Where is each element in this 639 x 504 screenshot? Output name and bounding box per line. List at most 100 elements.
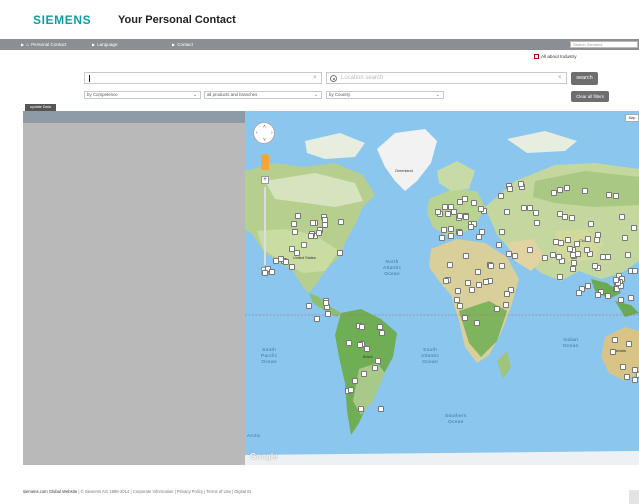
contact-marker-icon[interactable] <box>358 406 364 412</box>
contact-marker-icon[interactable] <box>624 374 630 380</box>
contact-marker-icon[interactable] <box>503 302 509 308</box>
contact-marker-icon[interactable] <box>338 219 344 225</box>
contact-marker-icon[interactable] <box>322 222 328 228</box>
contact-marker-icon[interactable] <box>557 274 563 280</box>
contact-marker-icon[interactable] <box>507 186 513 192</box>
site-search-input[interactable]: Search Siemens <box>570 41 638 48</box>
contact-marker-icon[interactable] <box>498 193 504 199</box>
contact-marker-icon[interactable] <box>325 311 331 317</box>
contact-marker-icon[interactable] <box>476 282 482 288</box>
contact-marker-icon[interactable] <box>534 220 540 226</box>
contact-marker-icon[interactable] <box>575 251 581 257</box>
contact-marker-icon[interactable] <box>445 211 451 217</box>
contact-marker-icon[interactable] <box>435 209 441 215</box>
contact-marker-icon[interactable] <box>323 300 329 306</box>
competence-select[interactable]: by Competence ⌄ <box>84 91 201 99</box>
contact-marker-icon[interactable] <box>475 269 481 275</box>
contact-marker-icon[interactable] <box>504 291 510 297</box>
world-map[interactable]: ˄˅‹› + − Map North Atlantic Ocean South … <box>245 111 639 465</box>
contact-marker-icon[interactable] <box>375 358 381 364</box>
map-pan-control[interactable]: ˄ ˅ ‹ › <box>253 122 275 144</box>
contact-marker-icon[interactable] <box>556 254 562 260</box>
contact-marker-icon[interactable] <box>592 263 598 269</box>
clear-icon[interactable]: × <box>313 75 317 81</box>
contact-marker-icon[interactable] <box>632 268 638 274</box>
contact-marker-icon[interactable] <box>496 242 502 248</box>
contact-marker-icon[interactable] <box>379 330 385 336</box>
contact-marker-icon[interactable] <box>632 377 638 383</box>
contact-marker-icon[interactable] <box>550 252 556 258</box>
contact-marker-icon[interactable] <box>576 290 582 296</box>
country-select[interactable]: by Country ⌄ <box>326 91 444 99</box>
contact-marker-icon[interactable] <box>455 288 461 294</box>
contact-marker-icon[interactable] <box>626 341 632 347</box>
contact-marker-icon[interactable] <box>463 214 469 220</box>
contact-marker-icon[interactable] <box>479 229 485 235</box>
contact-marker-icon[interactable] <box>527 247 533 253</box>
contact-marker-icon[interactable] <box>494 306 500 312</box>
locate-icon[interactable] <box>330 75 337 82</box>
contact-marker-icon[interactable] <box>512 253 518 259</box>
contact-marker-icon[interactable] <box>377 324 383 330</box>
contact-marker-icon[interactable] <box>337 250 343 256</box>
contact-marker-icon[interactable] <box>457 303 463 309</box>
nav-item-personal-contact[interactable]: ▶ ⌂ Personal Contact <box>21 39 66 50</box>
contact-marker-icon[interactable] <box>448 226 454 232</box>
contact-marker-icon[interactable] <box>474 320 480 326</box>
nav-item-language[interactable]: ▶ Language <box>92 39 118 50</box>
contact-marker-icon[interactable] <box>618 297 624 303</box>
map-type-button[interactable]: Map <box>625 114 639 122</box>
contact-marker-icon[interactable] <box>488 263 494 269</box>
contact-marker-icon[interactable] <box>262 270 268 276</box>
all-about-industry-link[interactable]: All about Industry <box>534 54 577 59</box>
contact-marker-icon[interactable] <box>462 196 468 202</box>
contact-marker-icon[interactable] <box>620 364 626 370</box>
contact-marker-icon[interactable] <box>595 292 601 298</box>
contact-marker-icon[interactable] <box>346 340 352 346</box>
contact-marker-icon[interactable] <box>359 324 365 330</box>
contact-marker-icon[interactable] <box>314 316 320 322</box>
contact-marker-icon[interactable] <box>631 225 637 231</box>
contact-marker-icon[interactable] <box>457 230 463 236</box>
contact-marker-icon[interactable] <box>451 209 457 215</box>
contact-marker-icon[interactable] <box>292 229 298 235</box>
zoom-slider[interactable] <box>264 187 266 265</box>
contact-marker-icon[interactable] <box>613 193 619 199</box>
contact-marker-icon[interactable] <box>443 278 449 284</box>
contact-marker-icon[interactable] <box>521 205 527 211</box>
contact-marker-icon[interactable] <box>361 371 367 377</box>
contact-marker-icon[interactable] <box>308 233 314 239</box>
results-panel[interactable] <box>23 111 245 465</box>
contact-marker-icon[interactable] <box>439 235 445 241</box>
contact-marker-icon[interactable] <box>564 185 570 191</box>
contact-marker-icon[interactable] <box>584 247 590 253</box>
contact-marker-icon[interactable] <box>469 287 475 293</box>
contact-marker-icon[interactable] <box>613 277 619 283</box>
contact-marker-icon[interactable] <box>316 230 322 236</box>
nav-item-contact[interactable]: ▶ Contact <box>172 39 193 50</box>
contact-marker-icon[interactable] <box>357 342 363 348</box>
contact-marker-icon[interactable] <box>628 295 634 301</box>
contact-marker-icon[interactable] <box>372 365 378 371</box>
clear-icon[interactable]: × <box>558 75 562 81</box>
contact-marker-icon[interactable] <box>447 262 453 268</box>
contact-marker-icon[interactable] <box>289 264 295 270</box>
contact-marker-icon[interactable] <box>463 253 469 259</box>
location-search-input[interactable]: Location search × <box>326 72 567 84</box>
contact-marker-icon[interactable] <box>471 200 477 206</box>
contact-marker-icon[interactable] <box>557 187 563 193</box>
contact-marker-icon[interactable] <box>567 246 573 252</box>
contact-marker-icon[interactable] <box>301 242 307 248</box>
contact-marker-icon[interactable] <box>619 214 625 220</box>
contact-marker-icon[interactable] <box>499 229 505 235</box>
contact-marker-icon[interactable] <box>378 406 384 412</box>
siemens-logo[interactable]: SIEMENS <box>33 13 91 27</box>
contact-marker-icon[interactable] <box>585 283 591 289</box>
street-view-pegman-icon[interactable] <box>261 154 269 170</box>
contact-marker-icon[interactable] <box>570 266 576 272</box>
contact-marker-icon[interactable] <box>478 206 484 212</box>
contact-marker-icon[interactable] <box>585 236 591 242</box>
contact-marker-icon[interactable] <box>518 181 524 187</box>
contact-marker-icon[interactable] <box>542 255 548 261</box>
search-button[interactable]: search <box>571 72 598 85</box>
